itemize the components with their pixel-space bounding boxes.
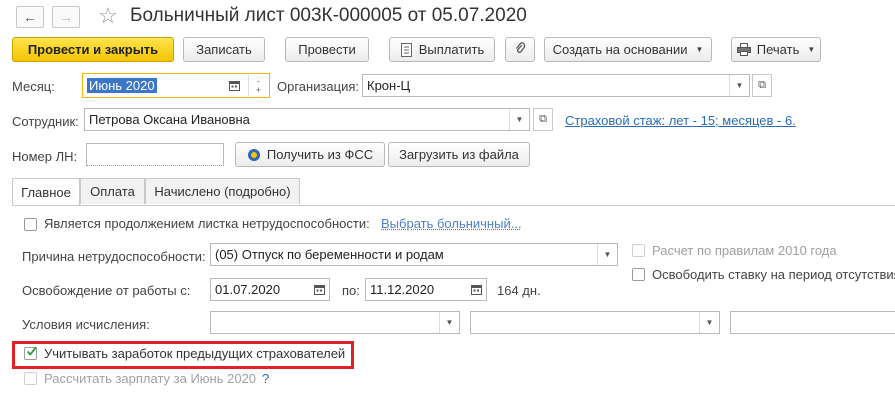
chevron-down-icon[interactable]: ▼: [597, 244, 617, 265]
calendar-icon[interactable]: [309, 279, 329, 300]
reason-label: Причина нетрудоспособности:: [22, 249, 206, 264]
prev-insurers-checkbox[interactable]: [24, 346, 37, 360]
free-rate-label: Освободить ставку на период отсутствия: [652, 267, 895, 282]
release-from-value: 01.07.2020: [215, 282, 281, 297]
checkmark-icon: [26, 346, 37, 356]
month-value: Июнь 2020: [87, 78, 157, 93]
forward-button[interactable]: →: [52, 6, 80, 28]
fss-logo-icon: [247, 148, 261, 162]
pay-button[interactable]: Выплатить: [389, 37, 495, 62]
calendar-icon[interactable]: [224, 75, 244, 96]
open-link-icon: ⧉: [758, 79, 766, 91]
reason-value: (05) Отпуск по беременности и родам: [215, 247, 444, 262]
conditions-field-1[interactable]: ▼: [210, 311, 460, 334]
arrow-right-icon: →: [59, 9, 73, 25]
month-spinner[interactable]: - +: [248, 75, 268, 96]
help-icon[interactable]: ?: [262, 371, 269, 386]
prev-insurers-label: Учитывать заработок предыдущих страховат…: [44, 346, 346, 361]
spin-down-icon: +: [255, 84, 262, 95]
calc-salary-label: Рассчитать зарплату за Июнь 2020: [44, 371, 257, 386]
employee-field[interactable]: Петрова Оксана Ивановна ▼: [84, 108, 530, 131]
calc-salary-checkbox[interactable]: [24, 372, 37, 385]
conditions-field-2[interactable]: ▼: [470, 311, 720, 334]
release-from-field[interactable]: 01.07.2020: [210, 278, 330, 301]
ln-number-label: Номер ЛН:: [12, 149, 78, 164]
load-from-file-button[interactable]: Загрузить из файла: [388, 142, 530, 167]
ln-number-field[interactable]: [86, 143, 224, 166]
release-to-field[interactable]: 11.12.2020: [365, 278, 487, 301]
release-to-label: по:: [342, 283, 360, 298]
tab-payment[interactable]: Оплата: [80, 178, 145, 204]
organization-label: Организация:: [277, 79, 360, 94]
post-and-close-button[interactable]: Провести и закрыть: [12, 37, 174, 62]
open-organization-button[interactable]: ⧉: [752, 74, 772, 97]
reason-field[interactable]: (05) Отпуск по беременности и родам ▼: [210, 243, 618, 266]
continuation-checkbox[interactable]: [24, 218, 37, 231]
print-button[interactable]: Печать ▼: [731, 37, 821, 62]
chevron-down-icon[interactable]: ▼: [509, 109, 529, 130]
get-from-fss-button[interactable]: Получить из ФСС: [235, 142, 385, 167]
choose-sick-leave-link[interactable]: Выбрать больничный...: [381, 216, 522, 231]
open-employee-button[interactable]: ⧉: [533, 108, 553, 131]
get-from-fss-label: Получить из ФСС: [266, 147, 374, 162]
page-title: Больничный лист 003К-000005 от 05.07.202…: [130, 5, 527, 26]
star-icon[interactable]: ☆: [98, 4, 118, 28]
tab-main[interactable]: Главное: [12, 178, 80, 205]
organization-field[interactable]: Крон-Ц ▼: [362, 74, 750, 97]
create-based-on-label: Создать на основании: [552, 42, 688, 57]
organization-value: Крон-Ц: [367, 78, 411, 93]
month-label: Месяц:: [12, 79, 55, 94]
chevron-down-icon[interactable]: ▼: [729, 75, 749, 96]
rules-2010-checkbox[interactable]: [632, 244, 645, 257]
days-count: 164 дн.: [497, 283, 541, 298]
tab-divider: [12, 205, 895, 206]
post-button[interactable]: Провести: [285, 37, 369, 62]
tab-accrued-detailed[interactable]: Начислено (подробно): [145, 178, 300, 204]
chevron-down-icon[interactable]: ▼: [439, 312, 459, 333]
employee-label: Сотрудник:: [12, 114, 79, 129]
document-icon: [400, 42, 413, 57]
save-button[interactable]: Записать: [183, 37, 265, 62]
free-rate-checkbox[interactable]: [632, 268, 645, 281]
printer-icon: [736, 43, 751, 56]
paperclip-icon: [514, 41, 526, 58]
calendar-icon[interactable]: [466, 279, 486, 300]
create-based-on-button[interactable]: Создать на основании ▼: [544, 37, 712, 62]
arrow-left-icon: ←: [23, 9, 37, 25]
open-link-icon: ⧉: [539, 113, 547, 125]
insurance-experience-link[interactable]: Страховой стаж: лет - 15; месяцев - 6.: [565, 113, 796, 128]
rules-2010-label: Расчет по правилам 2010 года: [652, 243, 837, 258]
chevron-down-icon: ▼: [695, 45, 704, 54]
chevron-down-icon: ▼: [807, 45, 816, 54]
conditions-label: Условия исчисления:: [22, 317, 150, 332]
release-to-value: 11.12.2020: [370, 282, 435, 297]
chevron-down-icon[interactable]: ▼: [699, 312, 719, 333]
release-label: Освобождение от работы с:: [22, 283, 191, 298]
pay-button-label: Выплатить: [418, 42, 485, 57]
back-button[interactable]: ←: [16, 6, 44, 28]
continuation-label: Является продолжением листка нетрудоспос…: [44, 216, 370, 231]
conditions-field-3[interactable]: [730, 311, 895, 334]
attach-button[interactable]: [505, 37, 535, 62]
employee-value: Петрова Оксана Ивановна: [89, 112, 250, 127]
print-button-label: Печать: [756, 42, 800, 57]
